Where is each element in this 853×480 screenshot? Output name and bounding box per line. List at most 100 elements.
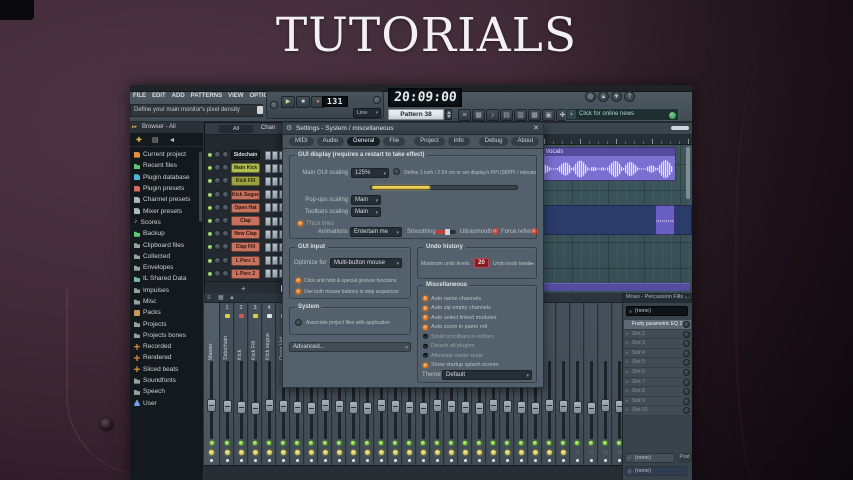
slot-mix-knob[interactable] (683, 388, 690, 395)
settings-tab-about[interactable]: About (511, 137, 539, 146)
mute-dot[interactable] (520, 459, 523, 462)
fader-knob[interactable] (573, 401, 582, 414)
mute-dot[interactable] (338, 459, 341, 462)
mute-dot[interactable] (226, 459, 229, 462)
browser-item-channel-presets[interactable]: Channel presets (130, 194, 204, 205)
channel-volume-knob[interactable] (222, 177, 229, 184)
mute-dot[interactable] (604, 459, 607, 462)
stereo-knob[interactable] (407, 450, 412, 455)
fader-knob[interactable] (503, 400, 512, 413)
mixer-updown-icon[interactable]: ▲ (229, 294, 235, 302)
channel-mute-led[interactable] (208, 219, 212, 223)
mute-dot[interactable] (380, 459, 383, 462)
fader-knob[interactable] (377, 399, 386, 412)
stereo-knob[interactable] (253, 450, 258, 455)
ppi-slider[interactable] (370, 185, 518, 190)
playlist-icon[interactable]: ▥ (514, 109, 527, 121)
mute-dot[interactable] (352, 459, 355, 462)
browser-item-rendered[interactable]: Rendered (130, 352, 204, 363)
browser-item-mixer-presets[interactable]: Mixer presets (130, 205, 204, 216)
channel-volume-knob[interactable] (222, 164, 229, 171)
channel-mute-led[interactable] (208, 272, 212, 276)
step-cell[interactable] (272, 256, 278, 265)
channel-button[interactable]: Kick Fill (231, 176, 260, 186)
settings-tab-debug[interactable]: Debug (479, 137, 509, 146)
channel-mute-led[interactable] (208, 259, 212, 263)
misc-toggle-auto-zip-empty-channels[interactable] (423, 306, 428, 311)
play-button[interactable]: ▶ (281, 96, 295, 108)
fx-slot-selected[interactable]: ▸Fruity parametric EQ 2 (624, 320, 691, 330)
slot-mix-knob[interactable] (683, 340, 690, 347)
settings-tab-audio[interactable]: Audio (317, 137, 344, 146)
settings-tab-info[interactable]: Info (448, 137, 470, 146)
focus-icon[interactable]: ◎ (585, 91, 596, 102)
stereo-knob[interactable] (239, 450, 244, 455)
add-channel-button[interactable]: + (241, 284, 246, 293)
stereo-knob[interactable] (533, 450, 538, 455)
step-cell[interactable] (265, 243, 271, 252)
mixer-strip-kick[interactable]: 2Kick (235, 303, 248, 480)
fader-knob[interactable] (615, 400, 623, 413)
mute-dot[interactable] (618, 459, 621, 462)
mute-dot[interactable] (450, 459, 453, 462)
fx-slot[interactable]: ▸Slot 8 (624, 387, 691, 397)
slot-mix-knob[interactable] (683, 350, 690, 357)
browser-item-soundfonts[interactable]: Soundfonts (130, 375, 204, 386)
theme-selector[interactable]: Default (442, 370, 532, 380)
misc-toggle-auto-zoom-in-piano-roll[interactable] (423, 325, 428, 330)
step-cell[interactable] (272, 230, 278, 239)
fader-knob[interactable] (207, 399, 216, 412)
fader-knob[interactable] (489, 399, 498, 412)
send-knob-1[interactable] (627, 456, 633, 462)
send-slot-1[interactable]: (none) (625, 453, 675, 463)
stereo-knob[interactable] (351, 450, 356, 455)
rack-filter-selector[interactable]: All (219, 125, 253, 133)
stereo-knob[interactable] (393, 450, 398, 455)
mixer-strip-kick-segue[interactable]: 4Kick segue (263, 303, 276, 480)
channel-button[interactable]: Kick Segue (231, 190, 260, 200)
mixer-icon[interactable]: ▣ (542, 109, 555, 121)
browser-item-scores[interactable]: ♪Scores (130, 217, 204, 228)
mute-dot[interactable] (210, 459, 213, 462)
stereo-knob[interactable] (267, 450, 272, 455)
browser-item-projects-bones[interactable]: Projects bones (130, 330, 204, 341)
fader-knob[interactable] (433, 399, 442, 412)
channel-button[interactable]: Clap Fill (231, 242, 260, 252)
stereo-knob[interactable] (547, 450, 552, 455)
step-cell[interactable] (265, 151, 271, 160)
stereo-knob[interactable] (323, 450, 328, 455)
advanced-selector[interactable]: Advanced... (289, 342, 411, 352)
mute-dot[interactable] (310, 459, 313, 462)
step-cell[interactable] (272, 269, 278, 278)
fx-slot[interactable]: ▸Slot 2 (624, 330, 691, 340)
channel-pan-knob[interactable] (214, 217, 221, 224)
channel-button[interactable]: Open Hat (231, 203, 260, 213)
fader-knob[interactable] (559, 400, 568, 413)
mute-dot[interactable] (492, 459, 495, 462)
step-cell[interactable] (265, 203, 271, 212)
misc-toggle-small-scrollbars-in-editors[interactable] (423, 334, 428, 339)
stereo-knob[interactable] (421, 450, 426, 455)
browser-item-envelopes[interactable]: Envelopes (130, 262, 204, 273)
step-cell[interactable] (272, 203, 278, 212)
stereo-knob[interactable] (575, 450, 580, 455)
toolbars-scaling-selector[interactable]: Main (351, 207, 381, 217)
stereo-knob[interactable] (589, 450, 594, 455)
mixer-link-icon[interactable]: ▦ (218, 294, 224, 302)
browser-item-projects[interactable]: Projects (130, 318, 204, 329)
mute-dot[interactable] (282, 459, 285, 462)
channel-mute-led[interactable] (208, 166, 212, 170)
channel-mute-led[interactable] (208, 179, 212, 183)
stereo-knob[interactable] (365, 450, 370, 455)
fx-slot[interactable]: ▸Slot 9 (624, 397, 691, 407)
fader-knob[interactable] (293, 401, 302, 414)
autoplay-icon[interactable]: ◄ (169, 136, 176, 146)
mixer-strip[interactable] (543, 303, 556, 480)
browser-item-speech[interactable]: Speech (130, 386, 204, 397)
mute-dot[interactable] (548, 459, 551, 462)
mixer-strip[interactable] (613, 303, 622, 480)
misc-toggle-show-startup-splash-screen[interactable] (423, 363, 428, 368)
stereo-knob[interactable] (379, 450, 384, 455)
mute-dot[interactable] (394, 459, 397, 462)
slot-mix-knob[interactable] (683, 369, 690, 376)
